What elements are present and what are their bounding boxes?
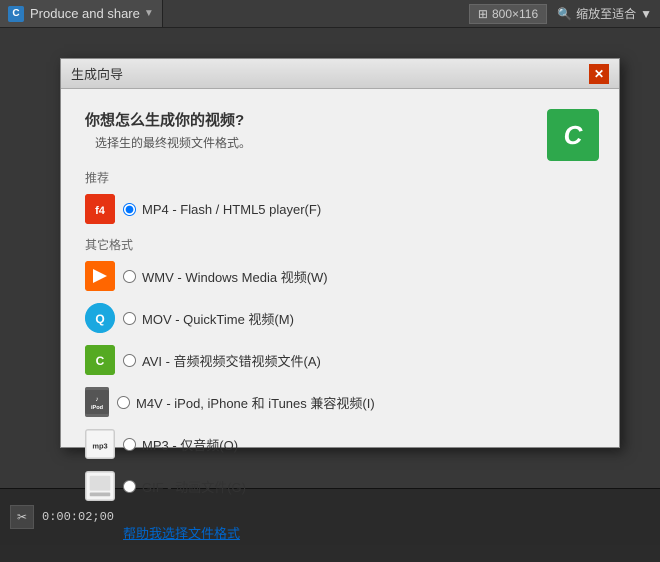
- svg-text:iPod: iPod: [91, 405, 104, 411]
- mp4-radio[interactable]: [123, 203, 136, 216]
- format-option-mov[interactable]: Q MOV - QuickTime 视频(M): [85, 303, 595, 333]
- m4v-radio-label[interactable]: M4V - iPod, iPhone 和 iTunes 兼容视频(I): [117, 393, 375, 412]
- format-option-gif[interactable]: GIF - 动画文件(G): [85, 471, 595, 501]
- search-icon: 🔍: [557, 7, 572, 21]
- format-option-avi[interactable]: C AVI - 音频视频交错视频文件(A): [85, 345, 595, 375]
- svg-text:C: C: [96, 354, 105, 368]
- help-link[interactable]: 帮助我选择文件格式: [123, 523, 240, 542]
- dialog-close-button[interactable]: ✕: [589, 64, 609, 84]
- top-bar: C Produce and share ▼ ⊞ 800×116 🔍 缩放至适合 …: [0, 0, 660, 28]
- zoom-control[interactable]: 🔍 缩放至适合 ▼: [557, 5, 652, 22]
- other-label: 其它格式: [85, 236, 595, 253]
- svg-text:f4: f4: [95, 205, 106, 217]
- svg-text:♪: ♪: [95, 396, 98, 403]
- wmv-radio-label[interactable]: WMV - Windows Media 视频(W): [123, 267, 328, 286]
- mov-radio-label[interactable]: MOV - QuickTime 视频(M): [123, 309, 294, 328]
- top-bar-right: ⊞ 800×116 🔍 缩放至适合 ▼: [469, 4, 660, 24]
- dialog-content: C 你想怎么生成你的视频? 选择生的最终视频文件格式。 推荐 f4: [61, 89, 619, 562]
- resolution-display: ⊞ 800×116: [469, 4, 547, 24]
- m4v-radio[interactable]: [117, 396, 130, 409]
- mp3-icon: mp3: [85, 429, 115, 459]
- recommended-group: 推荐 f4 MP4 - Flash / HTML5 player(F): [85, 169, 595, 224]
- cut-icon: ✂: [17, 510, 27, 524]
- camtasia-logo: C: [547, 109, 599, 161]
- mov-label: MOV - QuickTime 视频(M): [142, 309, 294, 328]
- main-area: 生成向导 ✕ C 你想怎么生成你的视频? 选择生的最终视频文件格式。 推荐: [0, 28, 660, 488]
- mp3-label: MP3 - 仅音频(O): [142, 435, 238, 454]
- gif-label: GIF - 动画文件(G): [142, 477, 246, 496]
- mov-icon: Q: [85, 303, 115, 333]
- dropdown-arrow-icon: ▼: [144, 8, 154, 19]
- avi-label: AVI - 音频视频交错视频文件(A): [142, 351, 321, 370]
- mp3-radio[interactable]: [123, 438, 136, 451]
- dialog-subtitle: 选择生的最终视频文件格式。: [85, 134, 595, 151]
- wmv-label: WMV - Windows Media 视频(W): [142, 267, 328, 286]
- gif-radio-label[interactable]: GIF - 动画文件(G): [123, 477, 246, 496]
- gif-icon: [85, 471, 115, 501]
- mp4-icon: f4: [85, 194, 115, 224]
- avi-radio[interactable]: [123, 354, 136, 367]
- format-option-m4v[interactable]: ♪ iPod M4V - iPod, iPhone 和 iTunes 兼容视频(…: [85, 387, 595, 417]
- wmv-icon: [85, 261, 115, 291]
- avi-icon: C: [85, 345, 115, 375]
- dialog-titlebar: 生成向导 ✕: [61, 59, 619, 89]
- avi-radio-label[interactable]: AVI - 音频视频交错视频文件(A): [123, 351, 321, 370]
- wmv-radio[interactable]: [123, 270, 136, 283]
- format-option-mp4[interactable]: f4 MP4 - Flash / HTML5 player(F): [85, 194, 595, 224]
- m4v-label: M4V - iPod, iPhone 和 iTunes 兼容视频(I): [136, 393, 375, 412]
- mov-radio[interactable]: [123, 312, 136, 325]
- dialog-wizard: 生成向导 ✕ C 你想怎么生成你的视频? 选择生的最终视频文件格式。 推荐: [60, 58, 620, 448]
- dialog-title: 生成向导: [71, 64, 589, 83]
- mp3-radio-label[interactable]: MP3 - 仅音频(O): [123, 435, 238, 454]
- svg-text:Q: Q: [95, 312, 104, 326]
- recommended-label: 推荐: [85, 169, 595, 186]
- svg-text:mp3: mp3: [92, 442, 107, 451]
- gif-radio[interactable]: [123, 480, 136, 493]
- app-icon: C: [8, 6, 24, 22]
- zoom-dropdown-icon: ▼: [640, 7, 652, 21]
- format-option-wmv[interactable]: WMV - Windows Media 视频(W): [85, 261, 595, 291]
- format-option-mp3[interactable]: mp3 MP3 - 仅音频(O): [85, 429, 595, 459]
- mp4-radio-label[interactable]: MP4 - Flash / HTML5 player(F): [123, 202, 321, 217]
- mp4-label: MP4 - Flash / HTML5 player(F): [142, 202, 321, 217]
- app-menu[interactable]: C Produce and share ▼: [0, 0, 163, 27]
- dialog-question: 你想怎么生成你的视频?: [85, 109, 595, 130]
- resolution-value: 800×116: [492, 7, 538, 21]
- other-formats-group: 其它格式 WMV - Windows Media 视频(W): [85, 236, 595, 501]
- cut-button[interactable]: ✂: [10, 505, 34, 529]
- resolution-icon: ⊞: [478, 7, 488, 21]
- zoom-label: 缩放至适合: [576, 5, 636, 22]
- app-title: Produce and share: [30, 6, 140, 21]
- m4v-icon: ♪ iPod: [85, 387, 109, 417]
